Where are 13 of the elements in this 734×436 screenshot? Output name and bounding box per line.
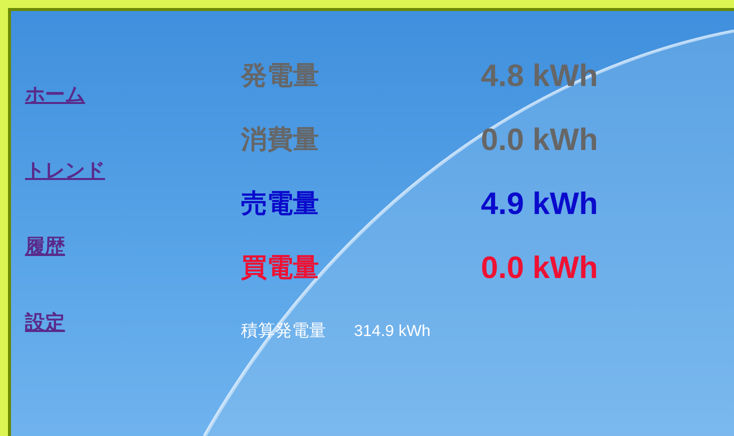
metric-label: 発電量 bbox=[241, 60, 320, 93]
metric-value: 4.8 kWh bbox=[480, 58, 598, 94]
nav-link[interactable]: 履歴 bbox=[25, 233, 65, 259]
metric-label: 消費量 bbox=[241, 124, 320, 157]
total-value: 314.9 kWh bbox=[354, 323, 430, 341]
nav-link[interactable]: トレンド bbox=[25, 157, 105, 183]
nav-link[interactable]: 設定 bbox=[25, 309, 65, 335]
metric-value: 0.0 kWh bbox=[480, 122, 598, 158]
nav-link[interactable]: ホーム bbox=[25, 81, 85, 107]
metric-value: 4.9 kWh bbox=[480, 186, 598, 222]
metric-value: 0.0 kWh bbox=[480, 250, 598, 286]
metric-label: 売電量 bbox=[241, 188, 320, 221]
metric-label: 買電量 bbox=[241, 252, 320, 285]
